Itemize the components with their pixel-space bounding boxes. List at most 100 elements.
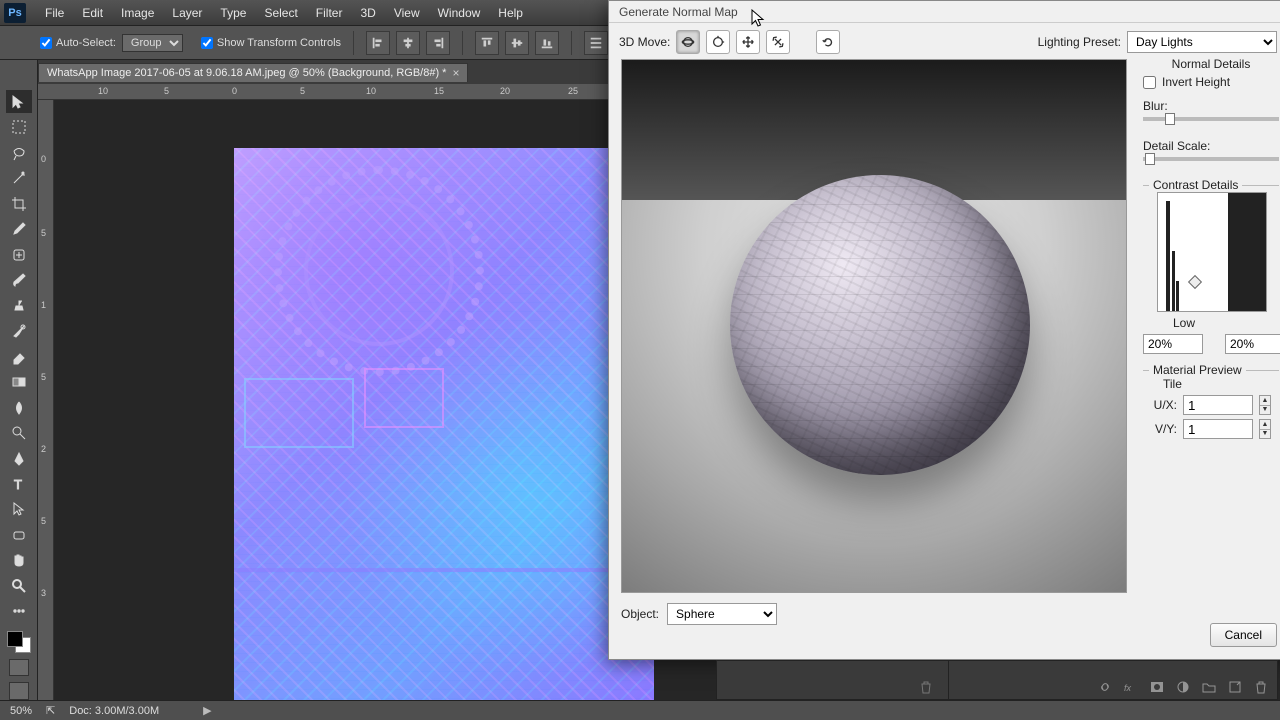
contrast-histogram[interactable]: [1157, 192, 1267, 312]
detail-scale-slider[interactable]: [1143, 157, 1279, 161]
menu-image[interactable]: Image: [112, 0, 163, 26]
ruler-vertical[interactable]: 0 5 1 5 2 5 3: [38, 100, 54, 700]
object-select[interactable]: Sphere: [667, 603, 777, 625]
menu-select[interactable]: Select: [255, 0, 306, 26]
reset-view-icon[interactable]: [816, 30, 840, 54]
fx-icon[interactable]: fx: [1123, 679, 1139, 695]
contrast-low-label: Low: [1173, 316, 1195, 330]
healing-brush-tool[interactable]: [6, 243, 32, 266]
object-row: Object: Sphere: [621, 603, 777, 625]
detail-scale-label: Detail Scale:: [1143, 139, 1210, 153]
orbit-icon[interactable]: [676, 30, 700, 54]
type-tool[interactable]: T: [6, 472, 32, 495]
doc-size: Doc: 3.00M/3.00M: [69, 705, 159, 717]
menu-file[interactable]: File: [36, 0, 73, 26]
panel-footer-right: fx: [948, 660, 1278, 700]
marquee-tool[interactable]: [6, 115, 32, 138]
move-tool[interactable]: [6, 90, 32, 113]
mask-icon[interactable]: [1149, 679, 1165, 695]
align-right-icon[interactable]: [426, 31, 450, 55]
toolbox: T: [0, 60, 38, 700]
align-left-icon[interactable]: [366, 31, 390, 55]
3d-preview[interactable]: [621, 59, 1127, 593]
adjustment-icon[interactable]: [1175, 679, 1191, 695]
ux-stepper[interactable]: ▲▼: [1259, 395, 1271, 415]
auto-select-mode[interactable]: Group: [122, 34, 183, 52]
dialog-settings: Normal Details Invert Height Blur: Detai…: [1143, 51, 1279, 609]
ruler-tick: 5: [41, 228, 46, 238]
pan-icon[interactable]: [736, 30, 760, 54]
preview-sphere: [730, 175, 1030, 475]
align-bottom-icon[interactable]: [535, 31, 559, 55]
path-select-tool[interactable]: [6, 498, 32, 521]
eyedropper-tool[interactable]: [6, 217, 32, 240]
slide-icon[interactable]: [766, 30, 790, 54]
3d-move-label: 3D Move:: [619, 35, 670, 49]
blur-tool[interactable]: [6, 396, 32, 419]
vy-input[interactable]: [1183, 419, 1253, 439]
zoom-level[interactable]: 50%: [10, 705, 32, 717]
menu-edit[interactable]: Edit: [73, 0, 112, 26]
status-play-icon[interactable]: ▶: [203, 704, 211, 717]
align-hcenter-icon[interactable]: [396, 31, 420, 55]
contrast-low-input[interactable]: [1143, 334, 1203, 354]
new-layer-icon[interactable]: [1227, 679, 1243, 695]
show-transform-checkbox[interactable]: Show Transform Controls: [201, 37, 341, 49]
object-label: Object:: [621, 607, 659, 621]
magic-wand-tool[interactable]: [6, 166, 32, 189]
menu-view[interactable]: View: [385, 0, 429, 26]
export-icon[interactable]: ⇱: [46, 704, 55, 717]
contrast-high-input[interactable]: [1225, 334, 1280, 354]
ruler-tick: 5: [164, 86, 169, 96]
generate-normal-map-dialog: Generate Normal Map 3D Move: Lighting Pr…: [608, 0, 1280, 660]
dialog-title: Generate Normal Map: [619, 5, 738, 19]
hand-tool[interactable]: [6, 549, 32, 572]
roll-icon[interactable]: [706, 30, 730, 54]
vy-stepper[interactable]: ▲▼: [1259, 419, 1271, 439]
svg-text:fx: fx: [1124, 683, 1132, 693]
folder-icon[interactable]: [1201, 679, 1217, 695]
color-swatch[interactable]: [7, 631, 31, 653]
screenmode-toggle[interactable]: [9, 682, 29, 700]
gradient-tool[interactable]: [6, 370, 32, 393]
clone-stamp-tool[interactable]: [6, 294, 32, 317]
dialog-titlebar[interactable]: Generate Normal Map: [609, 1, 1280, 23]
blur-slider[interactable]: [1143, 117, 1279, 121]
edit-toolbar-icon[interactable]: [6, 600, 32, 623]
cancel-button[interactable]: Cancel: [1210, 623, 1277, 647]
menu-type[interactable]: Type: [211, 0, 255, 26]
lasso-tool[interactable]: [6, 141, 32, 164]
eraser-tool[interactable]: [6, 345, 32, 368]
show-transform-label: Show Transform Controls: [217, 37, 341, 49]
zoom-tool[interactable]: [6, 574, 32, 597]
brush-tool[interactable]: [6, 268, 32, 291]
menu-layer[interactable]: Layer: [163, 0, 211, 26]
distribute-top-icon[interactable]: [584, 31, 608, 55]
lighting-preset-select[interactable]: Day Lights: [1127, 31, 1277, 53]
link-icon[interactable]: [1097, 679, 1113, 695]
menu-help[interactable]: Help: [489, 0, 532, 26]
lighting-preset-label: Lighting Preset:: [1038, 35, 1121, 49]
pen-tool[interactable]: [6, 447, 32, 470]
show-transform-check-input[interactable]: [201, 37, 213, 49]
menu-window[interactable]: Window: [429, 0, 490, 26]
history-brush-tool[interactable]: [6, 319, 32, 342]
invert-height-checkbox[interactable]: [1143, 76, 1156, 89]
auto-select-check-input[interactable]: [40, 37, 52, 49]
trash-icon[interactable]: [918, 679, 934, 695]
quickmask-toggle[interactable]: [9, 659, 29, 677]
crop-tool[interactable]: [6, 192, 32, 215]
auto-select-checkbox[interactable]: Auto-Select:: [40, 37, 116, 49]
document-tab[interactable]: WhatsApp Image 2017-06-05 at 9.06.18 AM.…: [38, 63, 468, 82]
align-vcenter-icon[interactable]: [505, 31, 529, 55]
menu-3d[interactable]: 3D: [351, 0, 384, 26]
document-tabs: WhatsApp Image 2017-06-05 at 9.06.18 AM.…: [38, 62, 468, 82]
align-top-icon[interactable]: [475, 31, 499, 55]
menu-filter[interactable]: Filter: [307, 0, 352, 26]
close-tab-icon[interactable]: ×: [452, 66, 459, 80]
trash-icon[interactable]: [1253, 679, 1269, 695]
shape-tool[interactable]: [6, 523, 32, 546]
dodge-tool[interactable]: [6, 421, 32, 444]
svg-text:T: T: [14, 477, 22, 492]
ux-input[interactable]: [1183, 395, 1253, 415]
